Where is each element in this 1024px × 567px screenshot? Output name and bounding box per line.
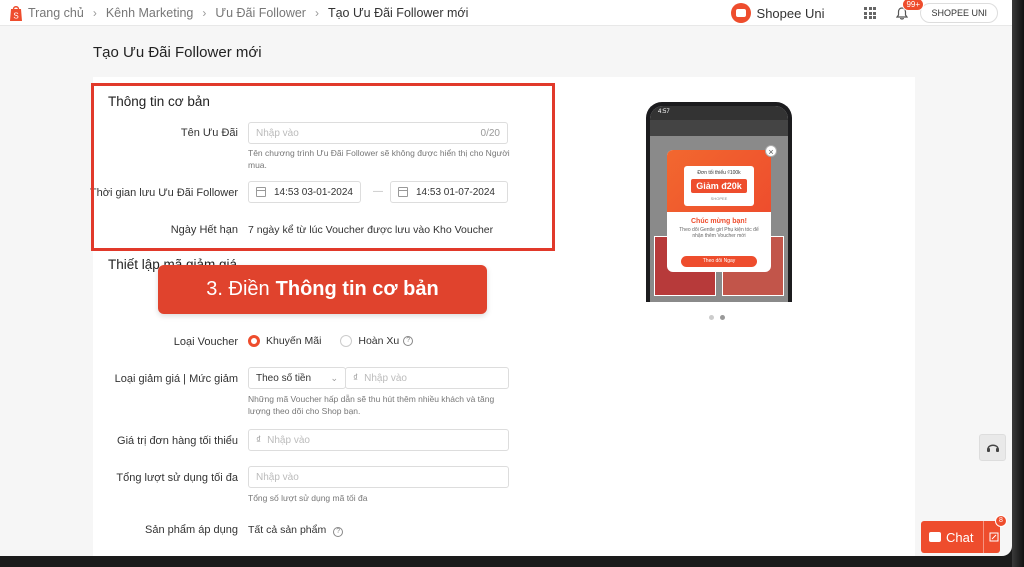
top-bar-right: Shopee Uni 99+ SHOPEE UNI <box>730 0 998 26</box>
breadcrumb-home[interactable]: Trang chủ <box>28 6 84 20</box>
discount-amount-placeholder: Nhập vào <box>364 372 407 384</box>
discount-hint: Những mã Voucher hấp dẫn sẽ thu hút thêm… <box>248 394 495 416</box>
help-icon[interactable]: ? <box>333 527 344 537</box>
notification-bell[interactable]: 99+ <box>896 0 925 21</box>
screen: S Trang chủ › Kênh Marketing › Ưu Đãi Fo… <box>0 0 1012 556</box>
discount-type-select[interactable]: Theo số tiền ⌄ <box>248 367 346 389</box>
voucher-amount: Giảm đ20k <box>691 179 747 193</box>
voucher-ticket: Đơn tối thiểu ₫100k Giảm đ20k SHOPEE <box>684 166 754 206</box>
step-callout-emphasis: Thông tin cơ bản <box>275 278 439 300</box>
svg-text:S: S <box>13 11 18 20</box>
discount-amount-input[interactable]: ₫ Nhập vào <box>345 367 509 389</box>
step-callout-prefix: 3. Điền <box>206 278 270 300</box>
voucher-min-order: Đơn tối thiểu ₫100k <box>697 170 741 176</box>
popup-title: Chúc mừng bạn! <box>690 218 747 225</box>
step-callout: 3. Điền Thông tin cơ bản <box>158 265 487 314</box>
close-icon[interactable]: × <box>765 145 777 157</box>
voucher-type-promotion-radio[interactable]: Khuyến Mãi <box>248 335 321 347</box>
popup-follow-button[interactable]: Theo dõi Ngay <box>681 256 757 267</box>
products-label: Sản phẩm áp dụng <box>145 524 238 536</box>
max-usage-placeholder: Nhập vào <box>256 471 299 483</box>
chat-divider <box>983 521 985 553</box>
max-usage-label: Tổng lượt sử dụng tối đa <box>116 472 238 484</box>
page-title: Tạo Ưu Đãi Follower mới <box>93 44 262 61</box>
chat-label: Chat <box>946 529 974 545</box>
radio-selected-icon <box>248 335 260 347</box>
carousel-dot[interactable] <box>709 315 714 320</box>
shopee-uni-link[interactable]: Shopee Uni <box>730 3 825 23</box>
voucher-type-group: Khuyến Mãi Hoàn Xu ? <box>248 335 414 350</box>
carousel-dots <box>709 315 725 320</box>
popup-header: Đơn tối thiểu ₫100k Giảm đ20k SHOPEE <box>667 150 771 212</box>
phone-status-time: 4:57 <box>650 106 788 120</box>
currency-symbol: ₫ <box>256 434 262 446</box>
chevron-right-icon: › <box>314 5 319 20</box>
device-edge <box>1012 0 1024 567</box>
products-value: Tất cả sản phẩm <box>248 524 327 536</box>
shopee-uni-icon <box>730 3 751 23</box>
breadcrumb-current: Tạo Ưu Đãi Follower mới <box>327 5 469 20</box>
help-icon[interactable]: ? <box>403 336 414 346</box>
discount-label: Loại giảm giá | Mức giảm <box>114 373 238 385</box>
headset-icon <box>986 444 999 452</box>
max-usage-hint: Tổng số lượt sử dụng mã tối đa <box>248 493 368 503</box>
min-order-input[interactable]: ₫ Nhập vào <box>248 429 509 451</box>
max-usage-input[interactable]: Nhập vào <box>248 466 509 488</box>
expand-chat-icon[interactable] <box>989 532 999 542</box>
chat-button[interactable]: Chat 8 <box>921 515 1007 553</box>
discount-type-value: Theo số tiền <box>256 372 312 384</box>
chevron-right-icon: › <box>92 5 97 20</box>
voucher-type-label: Loại Voucher <box>173 336 238 348</box>
carousel-dot-active[interactable] <box>720 315 725 320</box>
follower-voucher-popup: Đơn tối thiểu ₫100k Giảm đ20k SHOPEE Chú… <box>667 150 771 272</box>
products-value-group: Tất cả sản phẩm ? <box>248 524 344 537</box>
radio-unselected-icon <box>340 335 353 347</box>
breadcrumb-marketing[interactable]: Kênh Marketing <box>106 6 194 20</box>
breadcrumb-follower-prize[interactable]: Ưu Đãi Follower <box>215 6 306 20</box>
voucher-type-coin-label: Hoàn Xu <box>358 335 400 347</box>
phone-nav-bar <box>650 120 788 136</box>
voucher-shop: SHOPEE <box>710 196 728 201</box>
currency-symbol: ₫ <box>353 372 359 384</box>
top-bar: S Trang chủ › Kênh Marketing › Ưu Đãi Fo… <box>0 0 1012 26</box>
notification-count-badge: 99+ <box>902 0 925 11</box>
voucher-type-coin-radio[interactable]: Hoàn Xu ? <box>340 335 414 347</box>
min-order-label: Giá trị đơn hàng tối thiểu <box>117 435 238 447</box>
shopee-logo-icon[interactable]: S <box>8 4 24 22</box>
basic-info-highlight-box <box>91 83 555 251</box>
user-account-button[interactable]: SHOPEE UNI <box>920 3 998 23</box>
min-order-placeholder: Nhập vào <box>267 434 310 446</box>
chat-unread-badge: 8 <box>995 515 1007 527</box>
popup-text: Theo dõi Gentle girl Phụ kiện tóc để nhậ… <box>679 227 759 239</box>
support-button[interactable] <box>979 434 1006 461</box>
chevron-down-icon: ⌄ <box>330 372 338 383</box>
chat-bubble-icon <box>929 532 941 542</box>
apps-grid-icon[interactable] <box>864 7 877 19</box>
voucher-type-promotion-label: Khuyến Mãi <box>266 335 322 347</box>
chevron-right-icon: › <box>202 5 207 20</box>
shopee-uni-label: Shopee Uni <box>756 5 825 21</box>
